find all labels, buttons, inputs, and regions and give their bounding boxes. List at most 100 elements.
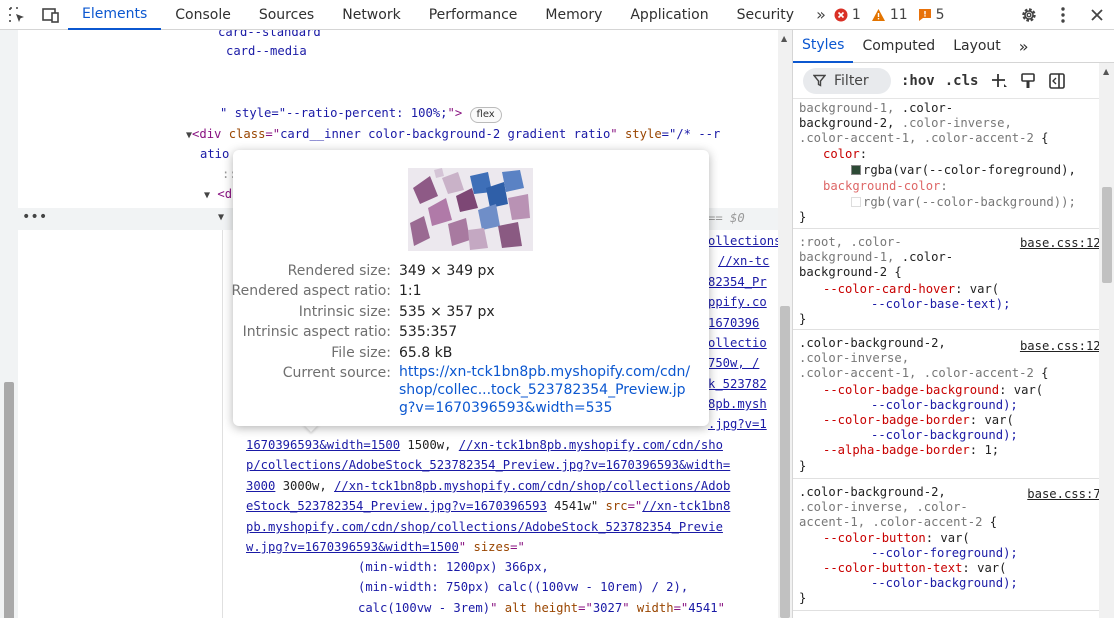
elements-scrollbar-thumb[interactable] [780,306,790,618]
tab-elements[interactable]: Elements [68,0,162,30]
srcset-link[interactable]: k_523782 [708,374,767,394]
srcset-link[interactable]: ollectio [708,333,767,353]
srcset-link[interactable]: //xn-tc [718,251,769,271]
styles-pane-tabs: Styles Computed Layout » [793,30,1114,63]
rule-source-link[interactable]: base.css:72 [1027,487,1108,501]
tab-application[interactable]: Application [616,0,722,30]
rule-selector[interactable]: background-1, .color- [799,250,953,265]
scroll-up-icon[interactable]: ▲ [1103,67,1109,76]
more-tabs-button[interactable]: » [808,0,834,30]
css-value[interactable]: --color-background); [871,576,1018,591]
tab-layout[interactable]: Layout [944,30,1010,63]
rule-selector[interactable]: .color-background-2, [799,485,946,500]
tab-network[interactable]: Network [328,0,414,30]
rule-selector[interactable]: .color-inverse, .color- [799,500,968,515]
settings-icon[interactable] [1012,0,1046,30]
new-style-rule-icon[interactable] [990,72,1008,90]
tab-memory[interactable]: Memory [531,0,616,30]
css-property[interactable]: --color-button-text: var( [823,561,1006,576]
color-swatch[interactable] [851,165,861,175]
dom-line[interactable]: atio [200,144,229,164]
css-value-background-color[interactable]: rgb(var(--color-background)); [851,195,1076,210]
error-count-badge[interactable]: 1 [834,7,861,23]
css-value[interactable]: --color-background); [871,428,1018,443]
srcset-link[interactable]: 82354_Pr [708,272,767,292]
close-icon[interactable] [1080,0,1114,30]
elements-scrollbar[interactable]: ▲ [778,30,792,618]
rule-selector[interactable]: .color-accent-1, .color-accent-2 { [799,131,1048,146]
rule-selector[interactable]: accent-1, .color-accent-2 { [799,515,997,530]
srcset-link[interactable]: ollections/Adob [708,231,778,251]
filter-icon [813,74,826,87]
css-property[interactable]: --color-badge-background: var( [823,383,1043,398]
rule-selector[interactable]: background-2, .color-inverse, [799,116,1012,131]
paint-format-icon[interactable] [1020,72,1036,90]
color-swatch[interactable] [851,197,861,207]
expand-triangle-icon[interactable]: ▼ [204,190,210,201]
srcset-link[interactable]: 8pb.mysh [708,394,767,414]
flex-badge[interactable]: flex [469,107,502,123]
dom-line[interactable]: (min-width: 1200px) 366px, [358,557,549,577]
class-toggle[interactable]: .cls [945,73,979,89]
expand-triangle-icon[interactable]: ▼ [218,208,224,228]
srcset-link[interactable]: .jpg?v=1 [708,414,767,434]
gutter-scrollbar-thumb[interactable] [4,382,14,618]
dom-line[interactable]: pb.myshopify.com/cdn/shop/collections/Ad… [246,517,723,537]
scroll-up-icon[interactable]: ▲ [781,34,787,43]
css-value[interactable]: --color-base-text); [871,297,1010,312]
rule-selector[interactable]: .color-background-2, [799,336,946,351]
dom-line[interactable]: w.jpg?v=1670396593&width=1500" sizes=" [246,537,525,557]
srcset-link[interactable]: 1670396 [708,313,759,333]
css-property[interactable]: --alpha-badge-border: 1; [823,443,999,458]
styles-scrollbar[interactable]: ▲ [1099,63,1114,618]
devtools-tab-bar: Elements Console Sources Network Perform… [0,0,1114,30]
css-property-background-color[interactable]: background-color: [823,179,948,194]
dom-line[interactable]: 750w, / [708,353,759,373]
tab-security[interactable]: Security [723,0,809,30]
dom-line[interactable]: 3000 3000w, //xn-tck1bn8pb.myshopify.com… [246,476,730,496]
current-source-link[interactable]: https://xn-tck1bn8pb.myshopify.com/cdn/s… [399,363,695,417]
tab-performance[interactable]: Performance [415,0,532,30]
warning-count-badge[interactable]: 11 [871,7,908,23]
rule-selector[interactable]: .color-accent-1, .color-accent-2 { [799,366,1048,381]
rule-source-link[interactable]: base.css:121 [1019,339,1108,353]
device-toolbar-icon[interactable] [34,0,68,30]
css-property[interactable]: --color-card-hover: var( [823,282,999,297]
dom-line[interactable]: eStock_523782354_Preview.jpg?v=167039659… [246,496,730,516]
dom-line[interactable]: 1670396593&width=1500 1500w, //xn-tck1bn… [246,435,723,455]
dom-line[interactable]: (min-width: 750px) calc((100vw - 10rem) … [358,577,688,597]
toggle-sidebar-icon[interactable] [1048,72,1066,90]
tab-sources[interactable]: Sources [245,0,328,30]
issues-count-badge[interactable]: 5 [918,7,945,23]
more-styles-tabs-button[interactable]: » [1010,30,1038,63]
dom-line[interactable]: " style="--ratio-percent: 100%;"> flex [220,103,502,123]
tab-console[interactable]: Console [161,0,245,30]
dom-line[interactable]: ▼ <d [204,184,232,204]
more-dots-icon[interactable]: ••• [22,208,47,226]
tab-styles[interactable]: Styles [793,30,854,63]
rule-selector[interactable]: :root, .color- [799,235,902,250]
srcset-link[interactable]: ppify.co [708,292,767,312]
css-value[interactable]: --color-foreground); [871,546,1018,561]
more-options-icon[interactable] [1046,0,1080,30]
css-property[interactable]: --color-badge-border: var( [823,413,1014,428]
styles-filter-input[interactable]: Filter [803,67,891,94]
css-property-color[interactable]: color: [823,147,867,162]
hover-state-toggle[interactable]: :hov [901,73,935,89]
css-value[interactable]: --color-background); [871,398,1018,413]
rule-close-brace: } [799,210,807,224]
dom-line[interactable]: calc(100vw - 3rem)" alt height="3027" wi… [358,598,725,618]
rule-divider [793,329,1099,330]
tab-computed[interactable]: Computed [853,30,944,63]
inspect-element-icon[interactable] [0,0,34,30]
styles-scrollbar-thumb[interactable] [1102,187,1112,283]
rule-source-link[interactable]: base.css:129 [1019,236,1108,250]
rule-selector[interactable]: background-1, .color- [799,101,953,116]
rule-selector[interactable]: .color-inverse, [799,351,909,366]
css-value-color[interactable]: rgba(var(--color-foreground), [851,163,1076,178]
dom-line[interactable]: card--media [226,41,307,61]
rule-selector[interactable]: background-2 { [799,265,902,280]
dom-line-selected-parent[interactable]: ▼<div class="card__inner color-backgroun… [186,124,720,144]
css-property[interactable]: --color-button: var( [823,531,970,546]
dom-line[interactable]: p/collections/AdobeStock_523782354_Previ… [246,455,730,475]
